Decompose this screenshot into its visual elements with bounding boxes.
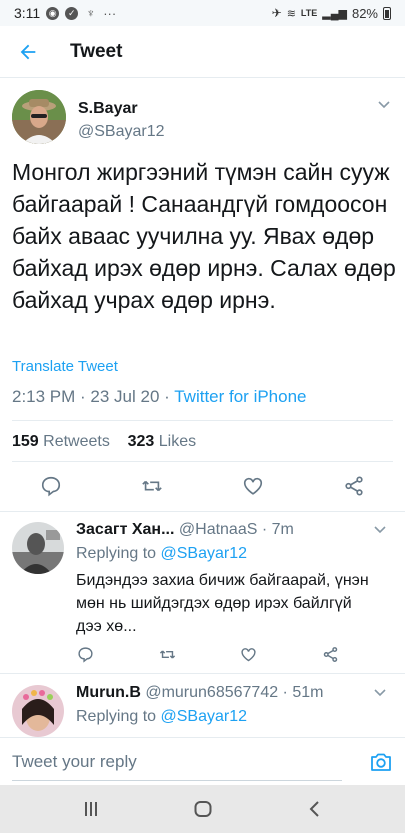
reply-actions — [76, 646, 376, 666]
status-left: 3:11 ◉ ✓ ♆ ··· — [14, 5, 116, 21]
replying-to-link[interactable]: @SBayar12 — [161, 708, 248, 725]
wifi-icon: ≋ — [286, 7, 296, 20]
status-right: ✈ ≋ LTE ▂▄▆ 82% — [272, 6, 391, 21]
tweet-text: Монгол жиргээний түмэн сайн сууж байгаар… — [12, 159, 396, 313]
divider — [12, 420, 393, 421]
share-icon[interactable] — [343, 475, 365, 497]
replying-prefix: Replying to — [76, 545, 161, 562]
avatar[interactable] — [12, 522, 64, 574]
like-icon[interactable] — [240, 646, 257, 663]
replying-prefix: Replying to — [76, 708, 161, 725]
reply-author-handle: @murun68567742 · 51m — [145, 684, 324, 701]
page-title: Tweet — [70, 40, 123, 62]
retweets-label: Retweets — [38, 433, 110, 450]
input-underline — [12, 780, 342, 781]
messenger-icon: ◉ — [46, 6, 60, 20]
reply-text: Бидэндээ захиа бичиж байгаарай, үнэн мөн… — [76, 572, 369, 635]
likes-stat[interactable]: 323 Likes — [128, 433, 197, 450]
recent-apps-icon[interactable] — [79, 797, 103, 821]
mute-icon: ✈ — [271, 6, 282, 20]
tweet-stats: 159 Retweets 323 Likes — [12, 433, 196, 451]
home-icon[interactable] — [191, 797, 215, 821]
author-handle[interactable]: @SBayar12 — [78, 123, 165, 141]
chevron-down-icon[interactable] — [373, 686, 387, 700]
replying-to: Replying to @SBayar12 — [76, 708, 247, 726]
signal-icon: ▂▄▆ — [322, 7, 347, 20]
like-icon[interactable] — [242, 475, 264, 497]
reply-input[interactable]: Tweet your reply — [0, 738, 360, 786]
chevron-down-icon[interactable] — [373, 523, 387, 537]
tweet-author: S.Bayar @SBayar12 — [12, 90, 397, 146]
avatar[interactable] — [12, 90, 66, 144]
usb-icon: ♆ — [86, 6, 96, 20]
avatar[interactable] — [12, 685, 64, 737]
reply-author-name[interactable]: Засагт Хан... — [76, 521, 174, 538]
status-time: 3:11 — [14, 5, 41, 21]
divider — [0, 511, 405, 512]
network-type: LTE — [300, 8, 318, 18]
back-arrow-icon[interactable] — [0, 26, 56, 78]
battery-icon — [383, 6, 391, 20]
retweets-count: 159 — [12, 433, 39, 450]
reply-header: Murun.B @murun68567742 · 51m — [76, 684, 323, 702]
reply-header: Засагт Хан... @HatnaaS · 7m — [76, 521, 294, 539]
status-bar: 3:11 ◉ ✓ ♆ ··· ✈ ≋ LTE ▂▄▆ 82% — [0, 0, 405, 26]
likes-count: 323 — [127, 433, 155, 450]
tweet-source-link[interactable]: Twitter for iPhone — [174, 387, 306, 406]
tweet-meta: 2:13 PM · 23 Jul 20 · Twitter for iPhone — [12, 387, 307, 407]
app-header: Tweet — [0, 26, 405, 78]
likes-label: Likes — [154, 433, 197, 450]
retweet-icon[interactable] — [159, 646, 176, 663]
divider — [12, 461, 393, 462]
notification-icon: ✓ — [65, 6, 79, 20]
retweets-stat[interactable]: 159 Retweets — [12, 433, 110, 450]
translate-tweet-link[interactable]: Translate Tweet — [12, 358, 118, 375]
reply-author-handle: @HatnaaS · 7m — [178, 521, 294, 538]
more-notifications: ··· — [103, 5, 117, 21]
replying-to-link[interactable]: @SBayar12 — [161, 545, 248, 562]
chevron-down-icon[interactable] — [377, 98, 391, 112]
camera-icon[interactable] — [369, 750, 393, 774]
reply-icon[interactable] — [40, 475, 62, 497]
share-icon[interactable] — [322, 646, 339, 663]
system-nav-bar — [0, 785, 405, 833]
compose-bar: Tweet your reply — [0, 737, 405, 785]
tweet-time: 2:13 PM · 23 Jul 20 · — [12, 387, 175, 406]
reply-icon[interactable] — [77, 646, 94, 663]
reply-tweet[interactable]: Murun.B @murun68567742 · 51m Replying to… — [0, 673, 405, 737]
battery-percent: 82% — [351, 5, 378, 21]
tweet-actions — [0, 475, 405, 507]
retweet-icon[interactable] — [141, 475, 163, 497]
reply-author-name[interactable]: Murun.B — [76, 684, 141, 701]
back-icon[interactable] — [303, 797, 327, 821]
author-name[interactable]: S.Bayar — [78, 100, 138, 118]
replying-to: Replying to @SBayar12 — [76, 545, 247, 563]
